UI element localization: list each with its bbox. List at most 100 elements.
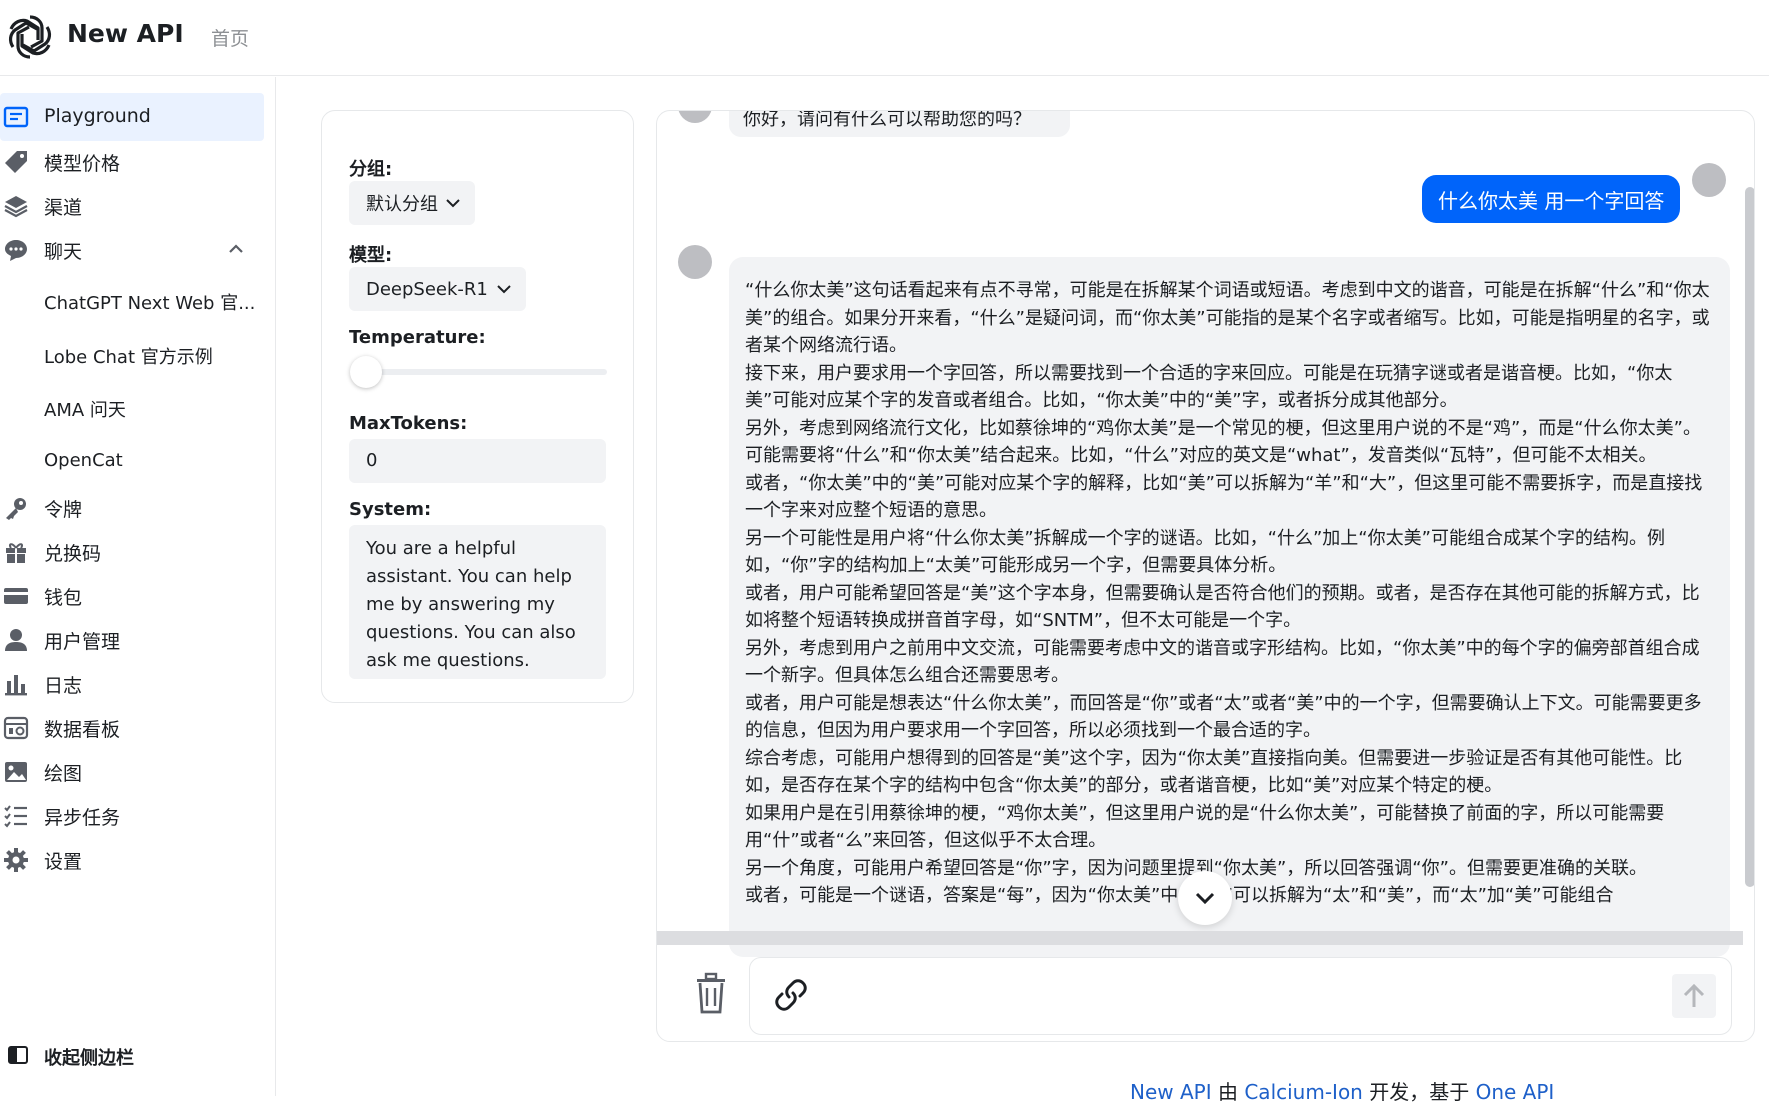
max-tokens-input[interactable]: 0 (349, 439, 606, 483)
assistant-message-bubble: 你好，请问有什么可以帮助您的吗？ (729, 111, 1070, 137)
sidebar-item-settings[interactable]: 设置 (0, 835, 264, 883)
sidebar-item-dashboard[interactable]: 数据看板 (0, 703, 264, 751)
sidebar-item-label: 模型价格 (44, 153, 121, 175)
sidebar: Playground 模型价格 渠道 聊天 ChatGPT Next Web 官… (0, 77, 276, 1096)
layers-icon (4, 196, 28, 218)
sidebar-item-tokens[interactable]: 令牌 (0, 483, 264, 531)
arrow-up-icon (1683, 983, 1705, 1007)
temperature-label: Temperature: (349, 327, 486, 348)
sidebar-item-label: 绘图 (44, 763, 83, 785)
collapse-sidebar-label: 收起侧边栏 (44, 1048, 134, 1069)
user-message-bubble: 什么你太美 用一个字回答 (1422, 175, 1681, 223)
sidebar-item-label: 用户管理 (44, 631, 121, 653)
send-button[interactable] (1672, 974, 1716, 1018)
assistant-paragraph: 或者，用户可能希望回答是“美”这个字本身，但需要确认是否符合他们的预期。或者，是… (745, 582, 1700, 632)
gift-icon (6, 543, 26, 563)
footer-new-api-link[interactable]: New API (1130, 1080, 1212, 1104)
sidebar-item-label: 设置 (44, 851, 83, 873)
sidebar-item-user-management[interactable]: 用户管理 (0, 615, 264, 663)
chevron-down-icon (497, 285, 511, 294)
sidebar-item-label: Lobe Chat 官方示例 (44, 347, 213, 368)
model-label: 模型: (349, 245, 393, 266)
sidebar-collapse-icon (8, 1046, 28, 1064)
top-header: New API 首页 (0, 0, 1769, 76)
chevron-down-icon (446, 199, 460, 208)
sidebar-item-redeem-code[interactable]: 兑换码 (0, 527, 264, 575)
sidebar-item-async-tasks[interactable]: 异步任务 (0, 791, 264, 839)
sidebar-item-label: 钱包 (44, 587, 83, 609)
horizontal-scrollbar[interactable] (657, 931, 1743, 945)
assistant-paragraph: 另一个角度，可能用户希望回答是“你”字，因为问题里提到“你太美”，所以回答强调“… (745, 857, 1647, 879)
sidebar-item-chatgpt-next-web[interactable]: ChatGPT Next Web 官... (0, 277, 264, 325)
chat-bubble-icon (5, 240, 27, 261)
system-label: System: (349, 499, 432, 520)
assistant-paragraph: 如果用户是在引用蔡徐坤的梗，“鸡你太美”，但这里用户说的是“什么你太美”，可能替… (745, 802, 1665, 852)
assistant-paragraph: 另一个可能性是用户将“什么你太美”拆解成一个字的谜语。比如，“什么”加上“你太美… (745, 527, 1665, 577)
openai-logo-icon[interactable] (4, 11, 56, 63)
credit-card-icon (4, 588, 28, 604)
assistant-avatar (678, 111, 712, 123)
key-icon (6, 498, 26, 520)
message-input[interactable] (749, 957, 1732, 1035)
sidebar-item-label: Playground (44, 105, 151, 127)
group-select-value: 默认分组 (366, 194, 438, 215)
trash-icon[interactable] (693, 971, 729, 1015)
temperature-slider-handle[interactable] (350, 356, 382, 388)
vertical-scrollbar[interactable] (1745, 187, 1754, 887)
max-tokens-label: MaxTokens: (349, 413, 468, 434)
sidebar-item-wallet[interactable]: 钱包 (0, 571, 264, 619)
assistant-paragraph: 另外，考虑到用户之前用中文交流，可能需要考虑中文的谐音或字形结构。比如，“你太美… (745, 637, 1700, 687)
chat-panel: 你好，请问有什么可以帮助您的吗？ 什么你太美 用一个字回答 “什么你太美”这句话… (656, 110, 1755, 1042)
model-select[interactable]: DeepSeek-R1 (349, 267, 526, 311)
sidebar-item-label: OpenCat (44, 450, 123, 471)
sidebar-item-playground[interactable]: Playground (0, 93, 264, 141)
sidebar-item-logs[interactable]: 日志 (0, 659, 264, 707)
scroll-to-bottom-button[interactable] (1178, 871, 1232, 925)
link-icon[interactable] (774, 978, 808, 1012)
sidebar-item-label: 异步任务 (44, 807, 121, 829)
message-square-icon (3, 106, 29, 128)
footer-one-api-link[interactable]: One API (1476, 1080, 1555, 1104)
assistant-paragraph: “什么你太美”这句话看起来有点不寻常，可能是在拆解某个词语或短语。考虑到中文的谐… (745, 280, 1710, 356)
group-label: 分组: (349, 159, 393, 180)
gear-icon (4, 848, 28, 872)
sidebar-item-chat[interactable]: 聊天 (0, 225, 264, 273)
assistant-paragraph: 综合考虑，可能用户想得到的回答是“美”这个字，因为“你太美”直接指向美。但需要进… (745, 747, 1683, 797)
dashboard-icon (3, 716, 29, 740)
footer-text: 由 (1211, 1080, 1245, 1104)
sidebar-item-label: 兑换码 (44, 543, 102, 565)
footer-text: 开发，基于 (1362, 1080, 1476, 1104)
sidebar-item-pricing[interactable]: 模型价格 (0, 137, 264, 185)
image-icon (5, 762, 27, 782)
sidebar-item-drawing[interactable]: 绘图 (0, 747, 264, 795)
sidebar-item-label: 日志 (44, 675, 83, 697)
assistant-paragraph: 或者，用户可能是想表达“什么你太美”，而回答是“你”或者“太”或者“美”中的一个… (745, 692, 1702, 742)
sidebar-item-label: AMA 问天 (44, 400, 126, 421)
sidebar-item-label: 聊天 (44, 241, 83, 263)
user-avatar (1692, 163, 1726, 197)
bar-chart-icon (5, 675, 27, 696)
sidebar-item-opencat[interactable]: OpenCat (0, 438, 264, 486)
footer-calcium-ion-link[interactable]: Calcium-Ion (1244, 1080, 1363, 1104)
assistant-paragraph: 或者，“你太美”中的“美”可能对应某个字的解释，比如“美”可以拆解为“羊”和“大… (745, 472, 1703, 522)
collapse-sidebar-button[interactable]: 收起侧边栏 (0, 1035, 264, 1075)
sidebar-item-ama[interactable]: AMA 问天 (0, 384, 264, 432)
temperature-slider-track[interactable] (353, 369, 607, 375)
app-name[interactable]: New API (67, 19, 184, 48)
settings-panel: 分组: 默认分组 模型: DeepSeek-R1 Temperature: Ma… (321, 110, 634, 703)
assistant-message-bubble: “什么你太美”这句话看起来有点不寻常，可能是在拆解某个词语或短语。考虑到中文的谐… (729, 257, 1730, 957)
user-icon (5, 629, 27, 651)
sidebar-item-lobe-chat[interactable]: Lobe Chat 官方示例 (0, 331, 264, 379)
system-prompt-textarea[interactable]: You are a helpful assistant. You can hel… (349, 525, 606, 679)
chevron-down-icon (1195, 892, 1215, 905)
sidebar-item-label: ChatGPT Next Web 官... (44, 293, 256, 314)
nav-home-link[interactable]: 首页 (211, 24, 249, 51)
sidebar-item-channels[interactable]: 渠道 (0, 181, 264, 229)
price-tag-icon (5, 151, 27, 173)
assistant-avatar (678, 245, 712, 279)
group-select[interactable]: 默认分组 (349, 181, 475, 225)
sidebar-item-label: 数据看板 (44, 719, 121, 741)
assistant-paragraph: 另外，考虑到网络流行文化，比如蔡徐坤的“鸡你太美”是一个常见的梗，但这里用户说的… (745, 417, 1701, 467)
sidebar-item-label: 令牌 (44, 499, 83, 521)
chevron-up-icon[interactable] (226, 239, 246, 259)
